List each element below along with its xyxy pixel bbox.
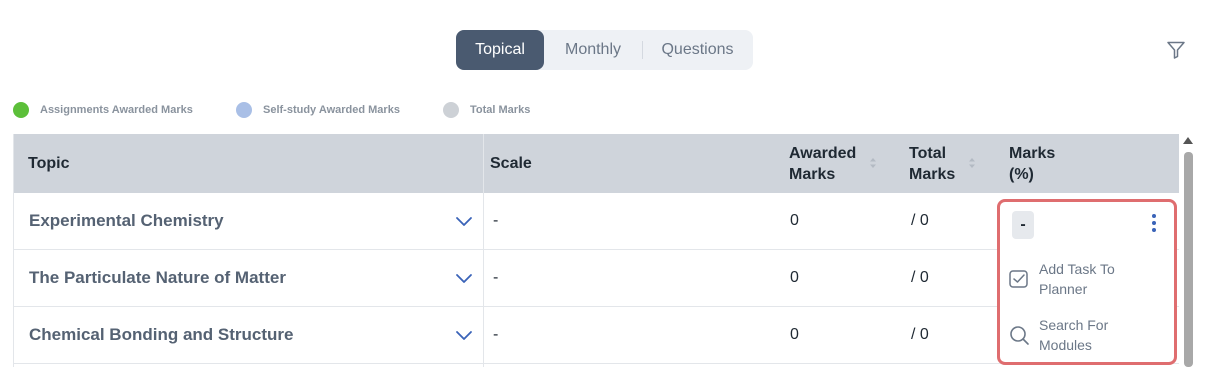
add-task-to-planner-item[interactable]: Add Task To Planner [1008,258,1168,300]
header-awarded-line1: Awarded [789,144,857,162]
header-marks-line2: (%) [1009,165,1034,183]
legend-item-assignments: Assignments Awarded Marks [13,102,236,118]
total-marks-cell: / 0 [911,212,929,229]
marks-percent-badge: - [1012,211,1034,239]
more-options-icon[interactable] [1150,213,1158,233]
legend-dot-blue [236,102,252,118]
chart-legend: Assignments Awarded Marks Self-study Awa… [13,101,530,119]
tab-questions[interactable]: Questions [642,30,753,70]
scroll-up-arrow[interactable] [1183,137,1193,144]
filter-icon[interactable] [1166,40,1186,60]
menu-label-add-task: Add Task To Planner [1039,261,1115,297]
awarded-marks-cell: 0 [790,326,799,343]
sort-icon[interactable] [869,157,877,169]
legend-label: Self-study Awarded Marks [263,104,400,116]
sort-icon[interactable] [968,157,976,169]
menu-label-search-modules: Search For Modules [1039,317,1109,353]
legend-label: Total Marks [470,104,531,116]
topic-name: The Particulate Nature of Matter [29,268,286,287]
legend-dot-grey [443,102,459,118]
header-marks-line1: Marks [1009,144,1056,162]
header-scale: Scale [490,154,532,172]
header-total-line2: Marks [909,165,956,183]
chevron-down-icon[interactable] [455,213,473,229]
search-icon [1010,326,1029,345]
planner-check-icon [1009,270,1028,288]
topic-name: Chemical Bonding and Structure [29,325,294,344]
total-marks-cell: / 0 [911,269,929,286]
chevron-down-icon[interactable] [455,327,473,343]
header-awarded-line2: Marks [789,165,836,183]
table-header: Topic Scale Awarded Marks Total Marks Mark… [14,134,1179,193]
scale-cell: - [493,326,499,343]
awarded-marks-cell: 0 [790,212,799,229]
header-topic: Topic [28,154,70,172]
header-total-line1: Total [909,144,947,162]
legend-label: Assignments Awarded Marks [40,104,193,116]
legend-dot-green [13,102,29,118]
chevron-down-icon[interactable] [455,270,473,286]
scrollbar-thumb[interactable] [1184,152,1193,367]
row-actions-popup: - Add Task To Planner Search For Modules [997,199,1177,365]
header-marks-percent: Marks (%) [1009,134,1055,193]
legend-item-total: Total Marks [443,102,530,118]
awarded-marks-cell: 0 [790,269,799,286]
tab-monthly[interactable]: Monthly [544,30,642,70]
search-for-modules-item[interactable]: Search For Modules [1008,314,1168,356]
tab-topical[interactable]: Topical [456,30,544,70]
header-total-marks[interactable]: Total Marks [909,134,955,193]
header-awarded-marks[interactable]: Awarded Marks [789,134,856,193]
topic-name: Experimental Chemistry [29,211,224,230]
scale-cell: - [493,212,499,229]
scale-cell: - [493,269,499,286]
legend-item-self-study: Self-study Awarded Marks [236,102,443,118]
total-marks-cell: / 0 [911,326,929,343]
view-tabs: Topical Monthly Questions [456,30,753,70]
